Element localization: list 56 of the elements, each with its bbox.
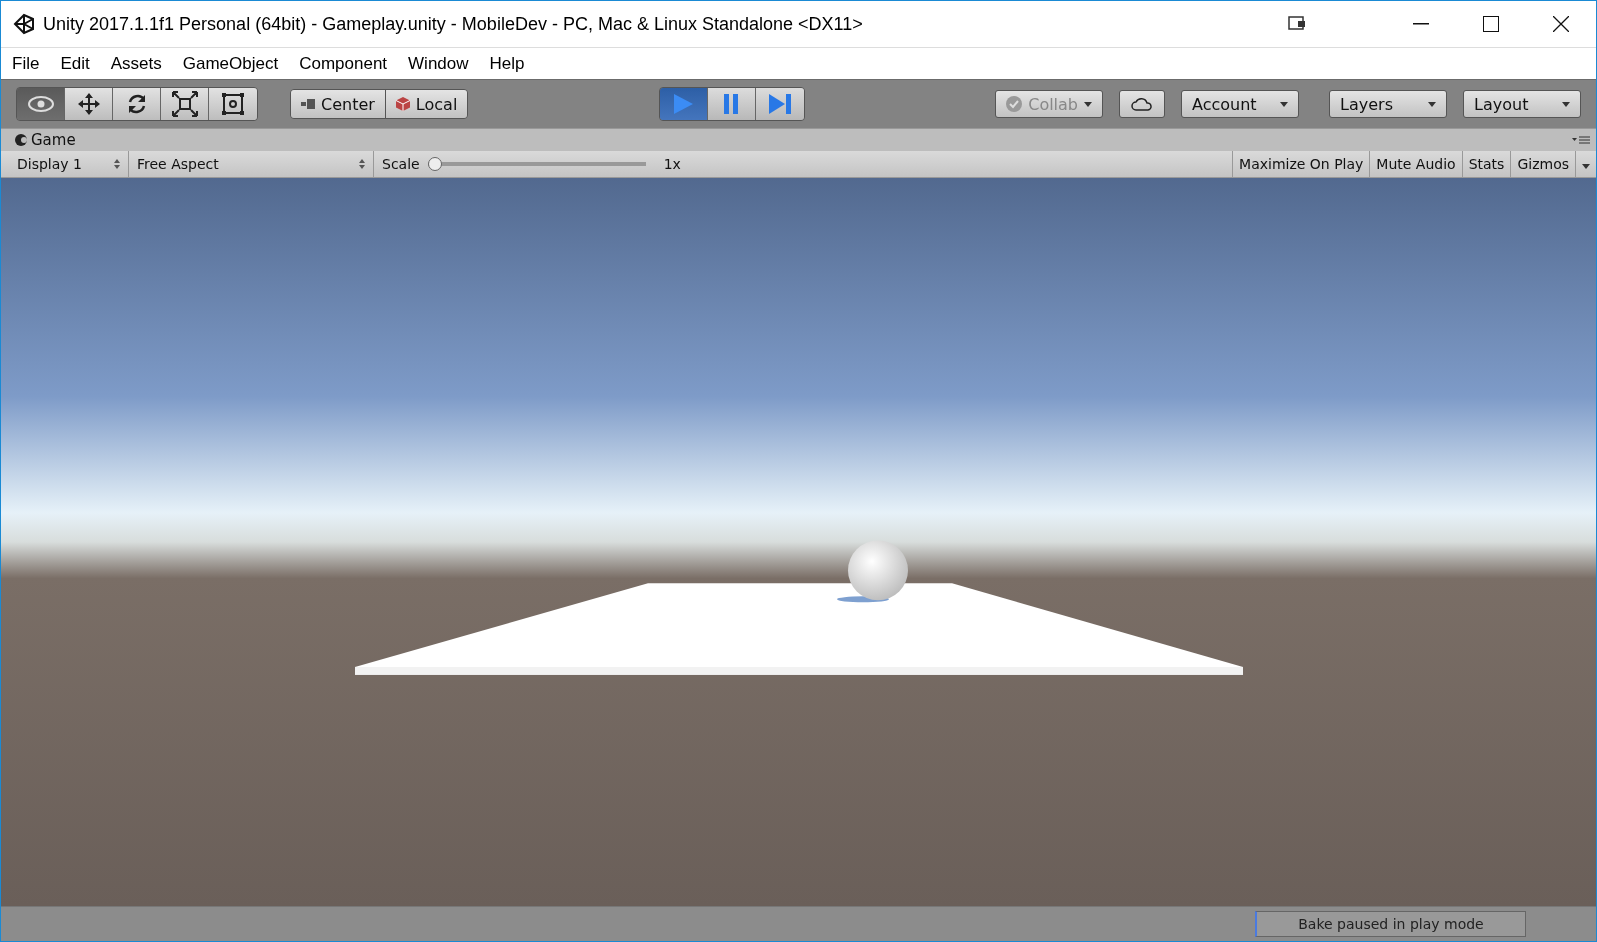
unity-logo-icon bbox=[13, 13, 35, 35]
menu-item[interactable]: Component bbox=[292, 53, 395, 74]
dropdown-button[interactable]: Account bbox=[1181, 90, 1299, 118]
close-icon bbox=[1553, 16, 1569, 32]
eye-icon bbox=[27, 96, 54, 112]
scale-arrows-icon bbox=[171, 91, 198, 117]
menu-item[interactable]: Window bbox=[401, 53, 476, 74]
status-message: Bake paused in play mode bbox=[1255, 911, 1526, 937]
rect-tool-icon bbox=[221, 92, 245, 116]
pause-icon bbox=[722, 93, 741, 115]
menu-item[interactable]: GameObject bbox=[175, 53, 286, 74]
menu-item[interactable]: Help bbox=[482, 53, 532, 74]
cloud-icon bbox=[1130, 96, 1154, 112]
aspect-dropdown[interactable]: Free Aspect bbox=[129, 151, 374, 177]
toolbar-toggle[interactable]: Stats bbox=[1461, 151, 1511, 177]
pivot-center-icon bbox=[301, 98, 315, 110]
step-icon bbox=[767, 93, 792, 115]
dropdown-button[interactable]: Layout bbox=[1463, 90, 1581, 118]
display-dropdown[interactable]: Display 1 bbox=[9, 151, 129, 177]
cube-icon bbox=[395, 97, 410, 111]
pause-button[interactable] bbox=[707, 88, 756, 120]
maximize-icon bbox=[1483, 16, 1499, 32]
step-button[interactable] bbox=[755, 88, 804, 120]
menu-item[interactable]: File bbox=[5, 53, 47, 74]
caret-icon bbox=[1280, 101, 1288, 107]
minimize-icon bbox=[1413, 23, 1429, 25]
window-title: Unity 2017.1.1f1 Personal (64bit) - Gameplay.unity - MobileDev - PC, Mac & Linux Standalone <DX11> bbox=[43, 13, 864, 35]
dropdown-button[interactable]: Layers bbox=[1329, 90, 1447, 118]
pivot-toggle[interactable]: Center bbox=[291, 90, 386, 118]
check-circle-icon bbox=[1006, 96, 1023, 112]
up-down-arrows-icon bbox=[114, 159, 120, 169]
panel-menu-icon bbox=[1572, 135, 1590, 145]
pivot-toggle[interactable]: Local bbox=[385, 90, 468, 118]
scale-label: Scale bbox=[382, 156, 420, 172]
toolbar-toggle[interactable]: Mute Audio bbox=[1369, 151, 1462, 177]
caret-icon bbox=[1562, 101, 1570, 107]
tool-button[interactable] bbox=[209, 88, 257, 120]
four-arrows-icon bbox=[76, 92, 101, 116]
game-tab-icon bbox=[15, 134, 27, 146]
tab-title[interactable]: Game bbox=[31, 131, 76, 149]
caret-icon bbox=[1428, 101, 1436, 107]
scale-reading: 1x bbox=[663, 156, 681, 172]
tool-button[interactable] bbox=[113, 88, 161, 120]
caret-icon bbox=[1582, 164, 1590, 169]
tool-button[interactable] bbox=[161, 88, 209, 120]
toolbar-toggle[interactable]: Gizmos bbox=[1510, 151, 1575, 177]
toolbar-toggle[interactable]: Maximize On Play bbox=[1232, 151, 1370, 177]
menu-item[interactable]: Assets bbox=[103, 53, 169, 74]
tool-button[interactable] bbox=[65, 88, 113, 120]
caret-icon bbox=[1084, 101, 1092, 107]
cloud-button[interactable] bbox=[1119, 90, 1165, 118]
slider-thumb[interactable] bbox=[427, 157, 442, 171]
play-icon bbox=[672, 93, 695, 115]
tablet-mode-icon bbox=[1288, 16, 1306, 32]
menu-item[interactable]: Edit bbox=[53, 53, 97, 74]
up-down-arrows-icon bbox=[359, 159, 365, 169]
